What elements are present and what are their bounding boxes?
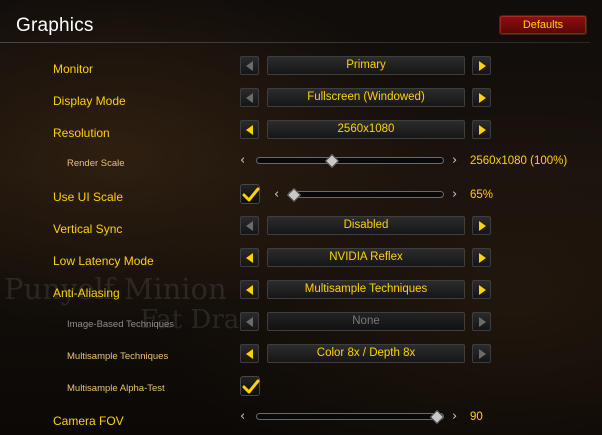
defaults-button[interactable]: Defaults [499,15,587,35]
anti-aliasing-label: Anti-Aliasing [53,286,120,300]
low-latency-mode-prev-button[interactable] [240,248,259,267]
vertical-sync-dropdown[interactable]: Disabled [267,216,465,235]
anti-aliasing-dropdown[interactable]: Multisample Techniques [267,280,465,299]
resolution-next-button[interactable] [472,120,491,139]
resolution-dropdown[interactable]: 2560x1080 [267,120,465,139]
anti-aliasing-next-button[interactable] [472,280,491,299]
ui-scale-decrease-icon[interactable]: ‹ [274,188,279,201]
multisample-alpha-test-label: Multisample Alpha-Test [67,383,165,394]
monitor-prev-button[interactable] [240,56,259,75]
render-scale-slider[interactable] [256,157,444,164]
camera-fov-slider[interactable] [256,413,444,420]
display-mode-dropdown[interactable]: Fullscreen (Windowed) [267,88,465,107]
checkmark-icon [242,187,260,202]
ui-scale-value: 65% [470,189,494,201]
monitor-next-button[interactable] [472,56,491,75]
camera-fov-value: 90 [470,411,483,423]
display-mode-label: Display Mode [53,94,126,108]
multisample-techniques-prev-button[interactable] [240,344,259,363]
camera-fov-label: Camera FOV [53,414,124,428]
multisample-alpha-test-checkbox[interactable] [240,376,260,396]
render-scale-label: Render Scale [67,158,125,169]
ui-scale-increase-icon[interactable]: › [452,188,457,201]
title-divider [0,42,590,43]
use-ui-scale-label: Use UI Scale [53,190,124,204]
camera-fov-decrease-icon[interactable]: ‹ [240,410,245,423]
vertical-sync-next-button[interactable] [472,216,491,235]
monitor-dropdown[interactable]: Primary [267,56,465,75]
image-based-techniques-prev-button[interactable] [240,312,259,331]
resolution-prev-button[interactable] [240,120,259,139]
checkmark-icon [242,379,260,394]
low-latency-mode-dropdown[interactable]: NVIDIA Reflex [267,248,465,267]
image-based-techniques-dropdown[interactable]: None [267,312,465,331]
anti-aliasing-prev-button[interactable] [240,280,259,299]
graphics-settings-panel: Graphics Defaults Monitor Primary Displa… [0,0,602,435]
low-latency-mode-next-button[interactable] [472,248,491,267]
image-based-techniques-label: Image-Based Techniques [67,319,175,330]
multisample-techniques-next-button[interactable] [472,344,491,363]
render-scale-increase-icon[interactable]: › [452,154,457,167]
multisample-techniques-label: Multisample Techniques [67,351,169,362]
render-scale-decrease-icon[interactable]: ‹ [240,154,245,167]
ui-scale-slider[interactable] [288,191,444,198]
vertical-sync-label: Vertical Sync [53,222,123,236]
display-mode-prev-button[interactable] [240,88,259,107]
monitor-label: Monitor [53,62,94,76]
resolution-label: Resolution [53,126,110,140]
multisample-techniques-dropdown[interactable]: Color 8x / Depth 8x [267,344,465,363]
render-scale-value: 2560x1080 (100%) [470,155,568,167]
camera-fov-increase-icon[interactable]: › [452,410,457,423]
display-mode-next-button[interactable] [472,88,491,107]
low-latency-mode-label: Low Latency Mode [53,254,154,268]
image-based-techniques-next-button[interactable] [472,312,491,331]
vertical-sync-prev-button[interactable] [240,216,259,235]
panel-title: Graphics [16,15,94,36]
use-ui-scale-checkbox[interactable] [240,184,260,204]
